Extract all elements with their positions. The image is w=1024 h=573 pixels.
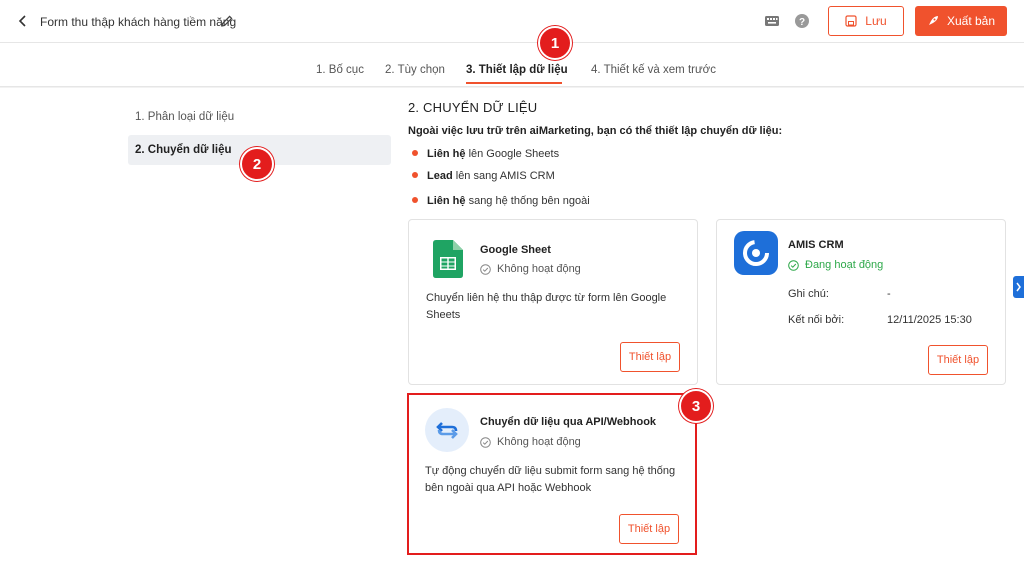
- status-badge: Đang hoạt động: [788, 259, 883, 271]
- tab-layout[interactable]: 1. Bố cục: [316, 64, 364, 76]
- keyboard-icon[interactable]: [764, 14, 780, 28]
- setup-google-sheet-button[interactable]: Thiết lập: [620, 342, 680, 372]
- save-label: Lưu: [865, 14, 887, 28]
- top-header: Form thu thập khách hàng tiềm năng ? Lưu…: [0, 0, 1024, 43]
- annotation-marker-3: 3: [679, 389, 713, 423]
- status-badge: Không hoạt động: [480, 263, 581, 275]
- setup-amis-crm-button[interactable]: Thiết lập: [928, 345, 988, 375]
- note-value: -: [887, 288, 891, 300]
- connected-by-label: Kết nối bởi:: [788, 314, 845, 326]
- check-circle-icon: [480, 263, 491, 275]
- amis-crm-icon: [734, 231, 778, 275]
- main-content: 1. Phân loại dữ liệu 2. Chuyển dữ liệu 2…: [0, 88, 1024, 573]
- connected-by-value: 12/11/2025 15:30: [887, 314, 972, 326]
- active-tab-indicator: [466, 82, 562, 84]
- chevron-right-icon[interactable]: [1013, 276, 1024, 298]
- bullet-item: Liên hệ sang hệ thống bên ngoài: [412, 195, 590, 207]
- google-sheets-icon: [433, 240, 463, 278]
- check-circle-icon: [788, 259, 799, 271]
- pencil-icon[interactable]: [220, 14, 234, 28]
- tab-data-setup[interactable]: 3. Thiết lập dữ liệu: [466, 64, 568, 76]
- section-title: 2. CHUYỂN DỮ LIỆU: [408, 100, 538, 115]
- svg-text:?: ?: [799, 17, 805, 28]
- back-arrow-icon[interactable]: [14, 12, 32, 30]
- annotation-marker-1: 1: [538, 26, 572, 60]
- save-button[interactable]: Lưu: [828, 6, 904, 36]
- google-sheet-card: Google Sheet Không hoạt động Chuyển liên…: [408, 219, 698, 385]
- amis-crm-card: AMIS CRM Đang hoạt động Ghi chú: - Kết n…: [716, 219, 1006, 385]
- intro-text: Ngoài việc lưu trữ trên aiMarketing, bạn…: [408, 125, 783, 137]
- form-title: Form thu thập khách hàng tiềm năng: [40, 15, 237, 29]
- bullet-item: Liên hệ lên Google Sheets: [412, 148, 559, 160]
- sidebar-item-classify-data[interactable]: 1. Phân loại dữ liệu: [128, 102, 391, 132]
- save-icon: [845, 15, 857, 27]
- publish-label: Xuất bản: [946, 14, 996, 28]
- annotation-marker-2: 2: [240, 147, 274, 181]
- card-title: AMIS CRM: [788, 239, 844, 251]
- bullet-item: Lead lên sang AMIS CRM: [412, 170, 555, 182]
- publish-button[interactable]: Xuất bản: [915, 6, 1007, 36]
- tab-design-preview[interactable]: 4. Thiết kế và xem trước: [591, 64, 716, 76]
- rocket-icon: [928, 16, 938, 25]
- card-title: Google Sheet: [480, 244, 551, 256]
- tab-options[interactable]: 2. Tùy chọn: [385, 64, 445, 76]
- card-description: Chuyển liên hệ thu thập được từ form lên…: [426, 292, 667, 321]
- step-tabs: 1. Bố cục 2. Tùy chọn 3. Thiết lập dữ li…: [0, 43, 1024, 87]
- note-label: Ghi chú:: [788, 288, 829, 300]
- help-icon[interactable]: ?: [794, 13, 810, 29]
- highlight-box: [407, 393, 697, 555]
